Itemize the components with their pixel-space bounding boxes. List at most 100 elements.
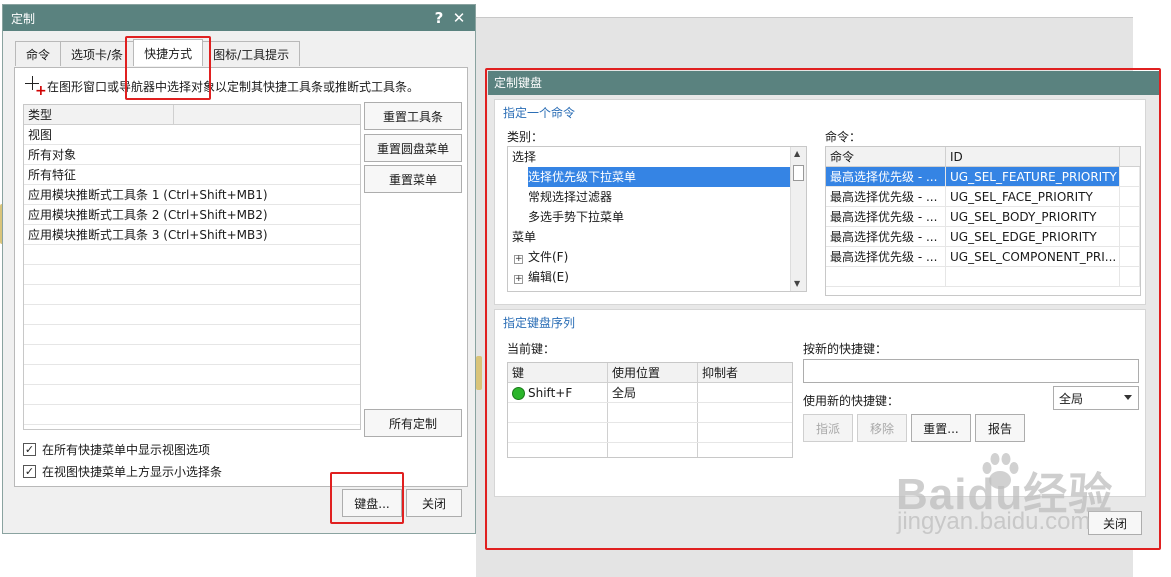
new-shortcut-label: 按新的快捷键： xyxy=(803,342,888,356)
category-tree: 选择 选择优先级下拉菜单 常规选择过滤器 多选手势下拉菜单 菜单 + 文件(F) … xyxy=(507,146,807,292)
scroll-up-icon[interactable]: ▲ xyxy=(794,149,800,158)
empty-row xyxy=(24,425,360,429)
hint-text: 在图形窗口或导航器中选择对象以定制其快捷工具条或推断式工具条。 xyxy=(47,79,420,94)
checkbox-box[interactable]: ✓ xyxy=(23,443,36,456)
reset-menu-button[interactable]: 重置菜单 xyxy=(364,165,462,193)
type-list: 类型 视图 所有对象 所有特征 应用模块推断式工具条 1 (Ctrl+Shift… xyxy=(23,104,361,430)
table-row[interactable]: 最高选择优先级 - ... UG_SEL_FACE_PRIORITY xyxy=(826,187,1140,207)
customize-title: 定制 xyxy=(11,11,36,26)
tab-icons-tooltips[interactable]: 图标/工具提示 xyxy=(202,41,301,66)
tree-item[interactable]: 常规选择过滤器 xyxy=(508,187,806,207)
tab-ribbons[interactable]: 选项卡/条 xyxy=(60,41,135,66)
assign-command-group: 指定一个命令 类别： 命令： 选择 选择优先级下拉菜单 常规选择过滤器 多选手势… xyxy=(494,99,1146,305)
close-icon[interactable]: ✕ xyxy=(449,9,469,27)
tree-item[interactable]: + 文件(F) xyxy=(508,247,806,267)
table-row[interactable]: 最高选择优先级 - ... UG_SEL_COMPONENT_PRI... xyxy=(826,247,1140,267)
watermark-sub: jingyan.baidu.com xyxy=(897,508,1091,535)
command-table-header: 命令 ID xyxy=(826,147,1140,167)
empty-row xyxy=(24,325,360,345)
chevron-down-icon xyxy=(1124,395,1132,400)
scope-select[interactable]: 全局 xyxy=(1053,386,1139,410)
checkbox-label: 在所有快捷菜单中显示视图选项 xyxy=(42,443,211,457)
new-shortcut-input[interactable] xyxy=(803,359,1139,383)
help-icon[interactable]: ? xyxy=(429,9,449,27)
assign-button[interactable]: 指派 xyxy=(803,414,853,442)
table-row[interactable]: 最高选择优先级 - ... UG_SEL_EDGE_PRIORITY xyxy=(826,227,1140,247)
list-item[interactable]: 应用模块推断式工具条 2 (Ctrl+Shift+MB2) xyxy=(24,205,360,225)
tree-scrollbar[interactable]: ▲ ▼ xyxy=(790,147,806,291)
list-item[interactable]: 应用模块推断式工具条 3 (Ctrl+Shift+MB3) xyxy=(24,225,360,245)
empty-row xyxy=(508,403,792,423)
scroll-down-icon[interactable]: ▼ xyxy=(794,279,800,288)
keyboard-titlebar[interactable]: 定制键盘 xyxy=(488,71,1161,95)
expand-icon[interactable]: + xyxy=(514,255,523,264)
empty-row xyxy=(24,365,360,385)
empty-row xyxy=(826,267,1140,287)
id-column-header[interactable]: ID xyxy=(946,147,1120,166)
show-view-options-checkbox[interactable]: ✓ 在所有快捷菜单中显示视图选项 xyxy=(23,441,210,458)
hint-row: + 在图形窗口或导航器中选择对象以定制其快捷工具条或推断式工具条。 xyxy=(23,76,420,98)
list-item[interactable]: 视图 xyxy=(24,125,360,145)
use-new-shortcut-label: 使用新的快捷键： xyxy=(803,394,900,408)
empty-row xyxy=(24,385,360,405)
expand-icon[interactable]: + xyxy=(514,275,523,284)
current-keys-label: 当前键： xyxy=(507,342,556,356)
reset-radial-menu-button[interactable]: 重置圆盘菜单 xyxy=(364,134,462,162)
checkbox-box[interactable]: ✓ xyxy=(23,465,36,478)
empty-row xyxy=(24,345,360,365)
current-keys-table: 键 使用位置 抑制者 Shift+F 全局 xyxy=(507,362,793,458)
command-table: 命令 ID 最高选择优先级 - ... UG_SEL_FEATURE_PRIOR… xyxy=(825,146,1141,296)
reset-button[interactable]: 重置... xyxy=(911,414,971,442)
suppressor-column-header[interactable]: 抑制者 xyxy=(698,363,792,382)
tree-item[interactable]: 选择 xyxy=(508,147,806,167)
empty-row xyxy=(24,405,360,425)
empty-row xyxy=(24,285,360,305)
table-row[interactable]: 最高选择优先级 - ... UG_SEL_FEATURE_PRIORITY xyxy=(826,167,1140,187)
table-row[interactable]: Shift+F 全局 xyxy=(508,383,792,403)
customize-titlebar[interactable]: 定制 ? ✕ xyxy=(3,5,475,31)
empty-row xyxy=(24,245,360,265)
show-selection-bar-checkbox[interactable]: ✓ 在视图快捷菜单上方显示小选择条 xyxy=(23,463,222,480)
keyboard-button[interactable]: 键盘... xyxy=(342,489,402,517)
reset-toolbar-button[interactable]: 重置工具条 xyxy=(364,102,462,130)
list-item[interactable]: 所有特征 xyxy=(24,165,360,185)
report-button[interactable]: 报告 xyxy=(975,414,1025,442)
remove-button[interactable]: 移除 xyxy=(857,414,907,442)
status-dot-icon xyxy=(512,387,525,400)
keys-table-header: 键 使用位置 抑制者 xyxy=(508,363,792,383)
tree-item[interactable]: 菜单 xyxy=(508,227,806,247)
tree-item[interactable]: 选择优先级下拉菜单 xyxy=(508,167,806,187)
list-item[interactable]: 所有对象 xyxy=(24,145,360,165)
location-column-header[interactable]: 使用位置 xyxy=(608,363,698,382)
watermark: Baidu经验 jingyan.baidu.com xyxy=(896,458,1113,535)
category-label: 类别： xyxy=(507,130,544,144)
customize-dialog: 定制 ? ✕ 命令 选项卡/条 快捷方式 图标/工具提示 + 在图形窗口或导航器… xyxy=(2,4,476,534)
type-column-header[interactable]: 类型 xyxy=(24,105,174,124)
empty-row xyxy=(508,423,792,443)
background-divider xyxy=(476,17,1171,18)
command-column-header[interactable]: 命令 xyxy=(826,147,946,166)
all-custom-button[interactable]: 所有定制 xyxy=(364,409,462,437)
empty-row xyxy=(508,443,792,457)
empty-row xyxy=(24,265,360,285)
background-model-edge-right xyxy=(476,356,482,390)
close-button[interactable]: 关闭 xyxy=(406,489,462,517)
tab-shortcuts[interactable]: 快捷方式 xyxy=(133,39,204,66)
checkbox-label: 在视图快捷菜单上方显示小选择条 xyxy=(42,465,223,479)
type-list-header: 类型 xyxy=(24,105,360,125)
scope-select-value: 全局 xyxy=(1059,391,1084,406)
empty-row xyxy=(24,305,360,325)
select-cursor-icon: + xyxy=(23,76,47,98)
list-item[interactable]: 应用模块推断式工具条 1 (Ctrl+Shift+MB1) xyxy=(24,185,360,205)
background-top xyxy=(476,0,1171,18)
tree-item[interactable]: + 编辑(E) xyxy=(508,267,806,287)
table-row[interactable]: 最高选择优先级 - ... UG_SEL_BODY_PRIORITY xyxy=(826,207,1140,227)
command-label: 命令： xyxy=(825,130,862,144)
key-column-header[interactable]: 键 xyxy=(508,363,608,382)
tree-item[interactable]: 多选手势下拉菜单 xyxy=(508,207,806,227)
tab-commands[interactable]: 命令 xyxy=(15,41,62,66)
keyboard-sequence-title: 指定键盘序列 xyxy=(503,316,576,330)
assign-command-title: 指定一个命令 xyxy=(503,106,576,120)
scroll-thumb[interactable] xyxy=(793,165,804,181)
tab-bar: 命令 选项卡/条 快捷方式 图标/工具提示 xyxy=(15,39,301,67)
